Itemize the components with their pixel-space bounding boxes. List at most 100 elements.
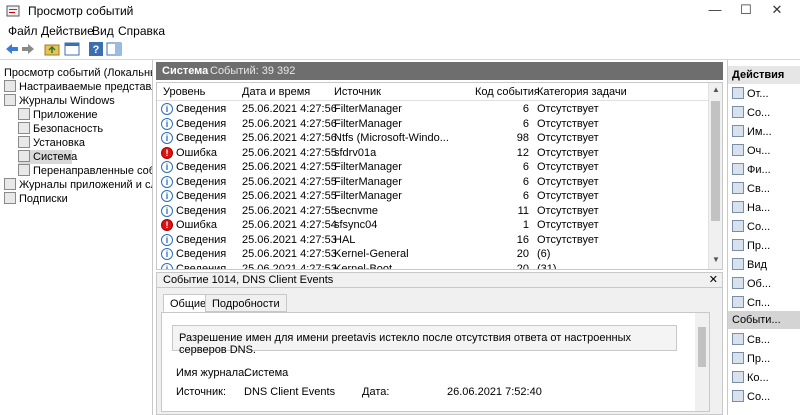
info-icon: i [161,175,173,188]
detail-scroll-thumb[interactable] [698,327,706,367]
column-source[interactable]: Источник [334,86,381,98]
action-item[interactable]: Оч... [732,143,770,159]
cell-source: secnvme [334,204,379,217]
menu-action[interactable]: Действие [41,24,94,38]
tab-details[interactable]: Подробности [205,294,287,312]
cell-level: Сведения [176,117,227,130]
tree-item-application[interactable]: Приложение [18,108,98,122]
cell-category: Отсутствует [537,219,599,231]
cell-date: 25.06.2021 4:27:54 [242,219,337,231]
action-item[interactable]: Ко... [732,370,769,386]
table-row[interactable]: i Сведения 25.06.2021 4:27:55 FilterManager… [157,175,709,190]
menu-file[interactable]: Файл [8,24,38,38]
scroll-down-icon[interactable]: ▼ [709,255,722,267]
cell-category: Отсутствует [537,132,599,144]
table-row[interactable]: i Сведения 25.06.2021 4:27:55 FilterManager… [157,189,709,204]
folder-icon [4,80,16,92]
grid-scrollbar[interactable]: ▲ ▼ [708,83,722,269]
cell-date: 25.06.2021 4:27:55 [242,161,337,173]
action-label: На... [747,202,771,214]
tree-item-custom-views[interactable]: Настраиваемые представления [4,80,152,94]
action-label: Им... [747,126,772,138]
log-title: Система [162,65,209,77]
table-row[interactable]: i Сведения 25.06.2021 4:27:53 Kernel-Boot 20… [157,262,709,270]
menu-help[interactable]: Справка [118,24,165,38]
tree-item-setup[interactable]: Установка [18,136,85,150]
action-item[interactable]: Пр... [732,351,770,367]
panel-icon[interactable] [106,41,122,57]
action-item[interactable]: Со... [732,389,770,405]
detail-close-button[interactable]: ✕ [709,273,718,286]
detail-pane: Общие Подробности Разрешение имен для им… [156,288,723,415]
action-item[interactable]: Св... [732,332,770,348]
tree-item-windows-logs[interactable]: Журналы Windows [4,94,115,108]
event-message[interactable]: Разрешение имен для имени preetavis исте… [172,325,677,356]
table-row[interactable]: i Сведения 25.06.2021 4:27:56 FilterManager… [157,102,709,117]
scroll-up-icon[interactable]: ▲ [709,85,722,97]
cell-source: FilterManager [334,117,402,130]
action-item[interactable]: Пр... [732,238,770,254]
log-icon [18,122,30,134]
action-icon [732,182,744,194]
properties-icon[interactable] [64,41,80,57]
action-item[interactable]: Со... [732,105,770,121]
forward-icon[interactable] [20,41,36,57]
table-row[interactable]: i Сведения 25.06.2021 4:27:56 Ntfs (Microso… [157,131,709,146]
column-task-category[interactable]: Категория задачи [537,86,627,98]
info-icon: i [161,190,173,202]
column-event-id[interactable]: Код события [475,86,540,98]
action-item[interactable]: Сп... [732,295,770,311]
tree-item-app-service-logs[interactable]: Журналы приложений и служб [4,178,152,192]
action-icon [732,333,744,345]
tree-root[interactable]: Просмотр событий (Локальный) [4,66,152,80]
cell-date: 25.06.2021 4:27:53 [242,262,337,270]
tree-item-security[interactable]: Безопасность [18,122,103,136]
event-actions-header: Событи... [728,311,800,329]
detail-scrollbar[interactable] [695,313,709,411]
action-item[interactable]: Об... [732,276,771,292]
action-label: Ко... [747,372,769,384]
table-row[interactable]: i Сведения 25.06.2021 4:27:53 Kernel-Genera… [157,247,709,262]
tree-item-system[interactable]: Система [18,150,77,164]
folder-up-icon[interactable] [44,41,60,57]
action-item[interactable]: Фи... [732,162,771,178]
close-window-button[interactable]: ✕ [754,0,800,22]
cell-level: Сведения [176,132,227,144]
scroll-thumb[interactable] [711,101,720,221]
info-icon: i [161,262,173,269]
action-item[interactable]: На... [732,200,770,216]
cell-source: FilterManager [334,175,402,188]
tree-item-subscriptions[interactable]: Подписки [4,192,68,206]
cell-level: Сведения [176,233,227,246]
error-icon: ! [161,146,173,159]
table-row[interactable]: i Сведения 25.06.2021 4:27:55 secnvme 11 Отсу… [157,204,709,219]
column-date[interactable]: Дата и время [242,86,310,98]
action-item[interactable]: Вид [732,257,767,273]
cell-level: Сведения [176,262,227,270]
log-name-value: Система [244,367,289,379]
action-item[interactable]: От... [732,86,769,102]
table-row[interactable]: ! Ошибка 25.06.2021 4:27:55 sfdrv01a 12 Отсут… [157,146,709,161]
action-item[interactable]: Св... [732,181,770,197]
title-bar: Просмотр событий — ☐ ✕ [0,0,800,22]
action-icon [732,125,744,137]
log-icon [18,108,30,120]
action-icon [732,163,744,175]
table-row[interactable]: i Сведения 25.06.2021 4:27:56 FilterManager… [157,117,709,132]
cell-source: FilterManager [334,190,402,202]
log-icon [18,150,30,162]
column-level[interactable]: Уровень [163,86,205,98]
action-item[interactable]: Со... [732,219,770,235]
table-row[interactable]: ! Ошибка 25.06.2021 4:27:54 sfsync04 1 Отсутс… [157,218,709,233]
table-row[interactable]: i Сведения 25.06.2021 4:27:53 HAL 16 Отсутств… [157,233,709,248]
action-item[interactable]: Им... [732,124,772,140]
detail-body: Разрешение имен для имени preetavis исте… [161,312,710,412]
table-row[interactable]: i Сведения 25.06.2021 4:27:55 FilterManager… [157,160,709,175]
menu-view[interactable]: Вид [92,24,114,38]
help-icon[interactable]: ? [88,41,104,57]
info-icon: i [161,204,173,217]
back-icon[interactable] [4,41,20,57]
tree-item-forwarded-events[interactable]: Перенаправленные события [18,164,152,178]
action-icon [732,277,744,289]
date-value: 26.06.2021 7:52:40 [447,386,542,398]
